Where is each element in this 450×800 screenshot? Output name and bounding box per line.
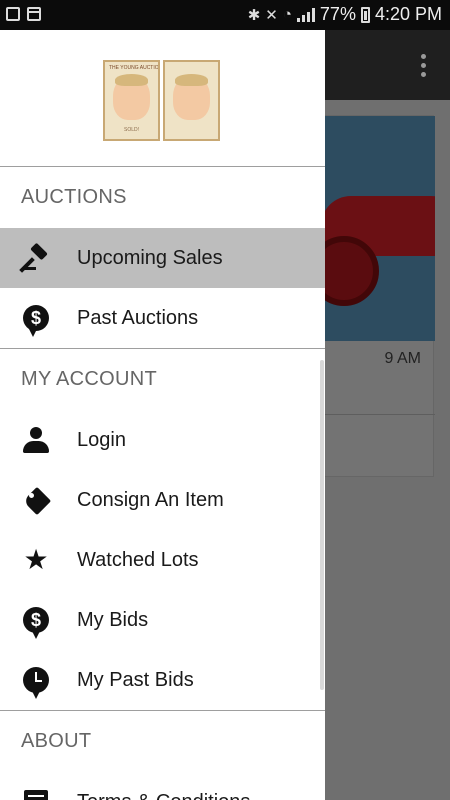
gallery-notification-icon: [6, 7, 20, 21]
bluetooth-icon: ✱: [247, 6, 261, 24]
star-icon: ★: [23, 544, 49, 575]
signal-icon: [296, 7, 315, 22]
menu-item-label: Upcoming Sales: [77, 246, 223, 269]
menu-item-label: Consign An Item: [77, 488, 224, 511]
lot-time: 9 AM: [384, 350, 421, 367]
menu-item-label: Login: [77, 428, 126, 451]
clock: 4:20 PM: [374, 4, 442, 24]
menu-item-label: Past Auctions: [77, 306, 199, 329]
status-bar: ✱ ✕ ◔ 77% 4:20 PM: [0, 0, 450, 30]
menu-item-upcoming-sales[interactable]: Upcoming Sales: [0, 228, 325, 288]
section-header-auctions: AUCTIONS: [21, 186, 127, 208]
clock-pin-icon: [21, 665, 51, 699]
overflow-menu-icon[interactable]: [421, 54, 426, 77]
mute-icon: ✕: [265, 6, 278, 24]
logo-card-left: THE YOUNG AUCTIONEERS SOLD!: [103, 60, 160, 141]
menu-item-label: My Bids: [77, 608, 149, 631]
menu-item-label: My Past Bids: [77, 668, 194, 691]
logo-caption: THE YOUNG AUCTIONEERS: [109, 65, 159, 71]
section-header-about: ABOUT: [21, 730, 92, 752]
menu-item-label: Terms & Conditions: [77, 791, 250, 800]
tag-icon: [21, 485, 52, 516]
menu-item-my-bids[interactable]: $ My Bids: [0, 590, 325, 650]
menu-item-watched-lots[interactable]: ★ Watched Lots: [0, 530, 325, 590]
dollar-speech-icon: $: [21, 303, 51, 337]
menu-item-consign-an-item[interactable]: Consign An Item: [0, 470, 325, 530]
logo-card-right: [163, 60, 220, 141]
navigation-drawer: THE YOUNG AUCTIONEERS SOLD! AUCTIONS Upc…: [0, 30, 325, 800]
battery-percent: 77%: [319, 4, 356, 24]
menu-item-label: Watched Lots: [77, 548, 199, 571]
battery-icon: [360, 6, 370, 23]
notification-icons: [6, 7, 41, 21]
person-icon: [21, 425, 51, 455]
status-icons: ✱ ✕ ◔ 77% 4:20 PM: [248, 4, 442, 25]
section-header-my-account: MY ACCOUNT: [21, 368, 157, 390]
menu-item-terms-conditions[interactable]: Terms & Conditions: [0, 772, 325, 800]
menu-item-login[interactable]: Login: [0, 410, 325, 470]
gavel-icon: [19, 242, 51, 273]
logo-footer: SOLD!: [123, 127, 139, 133]
app-logo: THE YOUNG AUCTIONEERS SOLD!: [103, 60, 220, 141]
menu-item-my-past-bids[interactable]: My Past Bids: [0, 650, 325, 710]
menu-item-past-auctions[interactable]: $ Past Auctions: [0, 288, 325, 348]
calendar-notification-icon: [27, 7, 41, 21]
document-icon: [21, 787, 51, 800]
wifi-icon: ◔: [282, 6, 292, 23]
drawer-scrollbar[interactable]: [320, 360, 324, 690]
drawer-header: THE YOUNG AUCTIONEERS SOLD!: [0, 30, 325, 167]
dollar-pin-icon: $: [21, 605, 51, 639]
